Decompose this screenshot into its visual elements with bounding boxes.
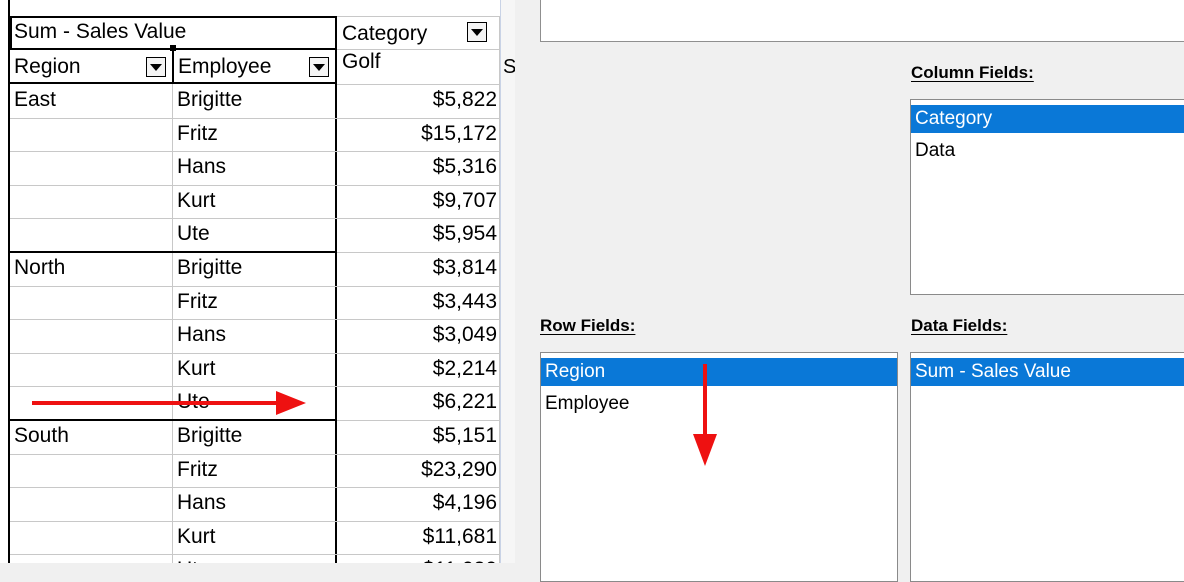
data-field-item[interactable]: Sum - Sales Value [911, 358, 1184, 386]
category-dropdown-icon[interactable] [467, 22, 487, 42]
value-gridline [337, 386, 500, 388]
row-gridline [10, 151, 337, 153]
group-separator [10, 419, 337, 421]
region-cell[interactable]: North [12, 252, 172, 286]
cell-handle[interactable] [170, 45, 176, 51]
value-cell[interactable]: $5,822 [337, 84, 499, 118]
row-gridline [10, 184, 337, 186]
row-gridline [10, 285, 337, 287]
value-gridline [337, 487, 500, 489]
value-gridline [337, 453, 500, 455]
employee-cell[interactable]: Ute [175, 554, 335, 563]
column-field-item[interactable]: Category [911, 105, 1184, 133]
row-gridline [10, 352, 337, 354]
value-gridline [337, 151, 500, 153]
employee-cell[interactable]: Fritz [175, 118, 335, 152]
region-cell[interactable] [12, 286, 172, 320]
region-cell[interactable] [12, 353, 172, 387]
value-gridline [337, 218, 500, 220]
employee-dropdown-icon[interactable] [309, 57, 329, 77]
red-arrow-down-icon [693, 364, 717, 466]
group-separator [10, 251, 337, 253]
value-cell[interactable]: $23,290 [337, 454, 499, 488]
region-cell[interactable]: East [12, 84, 172, 118]
data-fields-label: Data Fields: [911, 316, 1008, 335]
row-gridline [10, 487, 337, 489]
employee-cell[interactable]: Fritz [175, 286, 335, 320]
value-gridline [337, 352, 500, 354]
sheet-next-column: S [500, 0, 515, 563]
page-fields-box[interactable] [540, 0, 1184, 42]
region-cell[interactable] [12, 487, 172, 521]
employee-cell[interactable]: Kurt [175, 353, 335, 387]
value-cell[interactable]: $6,221 [337, 386, 499, 420]
value-cell[interactable]: $5,954 [337, 218, 499, 252]
region-cell[interactable] [12, 118, 172, 152]
row-gridline [10, 520, 337, 522]
employee-cell[interactable]: Ute [175, 218, 335, 252]
column-fields-list[interactable]: Category Data [910, 99, 1184, 295]
employee-cell[interactable]: Kurt [175, 185, 335, 219]
value-gridline [337, 117, 500, 119]
data-fields-list[interactable]: Sum - Sales Value [910, 352, 1184, 582]
column-fields-label: Column Fields: [911, 63, 1034, 82]
value-cell[interactable]: $3,814 [337, 252, 499, 286]
row-gridline [10, 218, 337, 220]
region-cell[interactable] [12, 151, 172, 185]
employee-cell[interactable]: Brigitte [175, 252, 335, 286]
value-cell[interactable]: $11,030 [337, 554, 499, 563]
region-cell[interactable]: South [12, 420, 172, 454]
value-gridline [337, 420, 500, 421]
row-gridline [10, 453, 337, 455]
pivot-layout-dialog: Column Fields: Category Data Row Fields:… [515, 0, 1184, 582]
value-cell[interactable]: $3,049 [337, 319, 499, 353]
row-gridline [10, 117, 337, 119]
value-gridline [337, 252, 500, 253]
employee-cell[interactable]: Hans [175, 487, 335, 521]
value-cell[interactable]: $4,196 [337, 487, 499, 521]
employee-cell[interactable]: Fritz [175, 454, 335, 488]
region-cell[interactable] [12, 185, 172, 219]
employee-cell[interactable]: Kurt [175, 521, 335, 555]
red-arrow-right-icon [32, 391, 306, 415]
region-cell[interactable] [12, 319, 172, 353]
value-cell[interactable]: $5,151 [337, 420, 499, 454]
value-cell[interactable]: $2,214 [337, 353, 499, 387]
row-gridline [10, 554, 337, 556]
region-cell[interactable] [12, 454, 172, 488]
value-cell[interactable]: $9,707 [337, 185, 499, 219]
column-field-item[interactable]: Data [911, 137, 1184, 165]
employee-cell[interactable]: Hans [175, 319, 335, 353]
value-gridline [337, 554, 500, 556]
value-gridline [337, 319, 500, 321]
value-gridline [337, 84, 500, 85]
row-gridline [10, 319, 337, 321]
employee-cell[interactable]: Brigitte [175, 420, 335, 454]
value-cell[interactable]: $15,172 [337, 118, 499, 152]
value-gridline [337, 285, 500, 287]
region-cell[interactable] [12, 218, 172, 252]
region-dropdown-icon[interactable] [146, 57, 166, 77]
employee-cell[interactable]: Hans [175, 151, 335, 185]
row-gridline [10, 386, 337, 388]
value-cell[interactable]: $3,443 [337, 286, 499, 320]
column-value-golf[interactable]: Golf [340, 46, 490, 76]
value-cell[interactable]: $11,681 [337, 521, 499, 555]
value-gridline [337, 520, 500, 522]
row-fields-label: Row Fields: [540, 316, 636, 335]
employee-cell[interactable]: Brigitte [175, 84, 335, 118]
region-cell[interactable] [12, 554, 172, 563]
region-cell[interactable] [12, 521, 172, 555]
sheet-left-border [0, 0, 10, 563]
value-gridline [337, 184, 500, 186]
cut-column-label: S [503, 56, 515, 78]
value-cell[interactable]: $5,316 [337, 151, 499, 185]
pivot-table-sheet: Sum - Sales Value Category Region Employ… [0, 0, 515, 563]
